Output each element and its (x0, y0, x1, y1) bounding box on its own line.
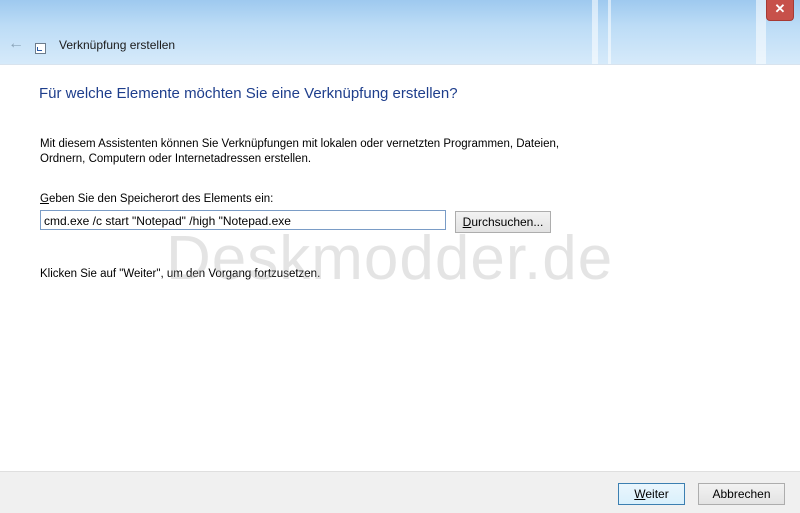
cancel-button[interactable]: Abbrechen (698, 483, 785, 505)
page-title: Für welche Elemente möchten Sie eine Ver… (39, 85, 458, 102)
window-title: Verknüpfung erstellen (59, 38, 176, 52)
watermark: Deskmodder.de (166, 224, 614, 293)
shortcut-icon (35, 43, 46, 54)
wizard-nav-bar: ← Verknüpfung erstellen (0, 30, 800, 60)
next-accel: W (634, 487, 646, 501)
browse-label: urchsuchen... (471, 215, 544, 229)
location-input[interactable]: cmd.exe /c start "Notepad" /high "Notepa… (40, 210, 446, 230)
location-label: Geben Sie den Speicherort des Elements e… (40, 193, 273, 205)
continue-hint: Klicken Sie auf "Weiter", um den Vorgang… (40, 268, 321, 280)
close-icon: ✕ (774, 1, 786, 16)
browse-button[interactable]: Durchsuchen... (455, 211, 551, 233)
location-label-accel: G (40, 193, 49, 205)
title-bar: ✕ ← Verknüpfung erstellen (0, 0, 800, 64)
description: Mit diesem Assistenten können Sie Verknü… (40, 137, 600, 167)
browse-accel: D (462, 215, 472, 229)
back-arrow-icon[interactable]: ← (8, 36, 26, 52)
next-button[interactable]: Weiter (618, 483, 685, 505)
next-label: eiter (645, 487, 669, 501)
close-button[interactable]: ✕ (766, 0, 794, 21)
location-label-text: eben Sie den Speicherort des Elements ei… (48, 193, 274, 205)
wizard-content: Für welche Elemente möchten Sie eine Ver… (0, 64, 800, 471)
description-line-1: Mit diesem Assistenten können Sie Verknü… (40, 138, 560, 150)
wizard-footer: Weiter Abbrechen (0, 471, 800, 513)
description-line-2: Ordnern, Computern oder Internetadressen… (40, 153, 312, 165)
